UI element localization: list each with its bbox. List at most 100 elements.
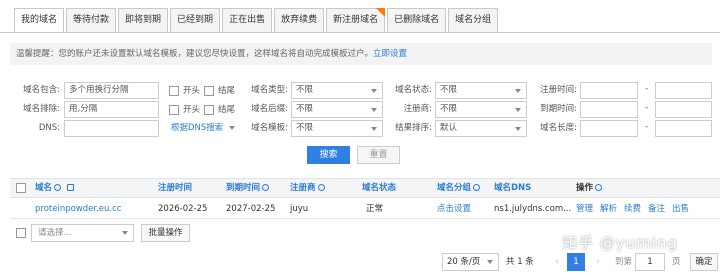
registrar-value: 不限: [440, 104, 458, 114]
chevron-down-icon: [515, 127, 521, 131]
tab-bar: 我的域名 等待付款 即将到期 已经到期 正在出售 放弃续费 新注册域名 已删除域…: [14, 8, 500, 33]
chevron-down-icon: [122, 231, 128, 235]
select-all-checkbox[interactable]: [16, 183, 26, 193]
domain-exclude-input[interactable]: 用,分隔: [64, 101, 159, 118]
bulk-action-placeholder: 请选择...: [38, 228, 72, 238]
row-sell-link[interactable]: 出售: [672, 199, 689, 219]
header-domain[interactable]: 域名: [35, 179, 75, 198]
header-ops: 操作: [576, 179, 603, 198]
goto-confirm-button[interactable]: 确定: [690, 253, 718, 271]
row-dns: ns1.julydns.com...: [494, 204, 572, 214]
prefix-label: 开头: [183, 86, 201, 96]
current-page-button[interactable]: 1: [567, 253, 585, 271]
chevron-down-icon: [371, 108, 377, 112]
goto-page-input[interactable]: 1: [635, 253, 665, 271]
domain-template-select[interactable]: 不限: [291, 120, 383, 137]
domain-status-value: 不限: [440, 85, 458, 95]
prev-page-button[interactable]: ‹: [550, 253, 564, 271]
bulk-action-select[interactable]: 请选择...: [31, 224, 134, 242]
page-size-value: 20 条/页: [447, 257, 481, 267]
domain-suffix-select[interactable]: 不限: [291, 101, 383, 118]
chevron-down-icon: [371, 89, 377, 93]
suffix-checkbox[interactable]: [204, 86, 214, 96]
tab-for-sale[interactable]: 正在出售: [222, 8, 273, 32]
set-template-link[interactable]: 立即设置: [373, 49, 407, 59]
settings-icon[interactable]: [595, 184, 603, 191]
exclude-prefix-label: 开头: [183, 105, 201, 115]
row-domain-link[interactable]: proteinpowder.eu.cc: [35, 199, 121, 219]
tab-deleted[interactable]: 已删除域名: [387, 8, 447, 32]
row-resolve-link[interactable]: 解析: [600, 199, 617, 219]
domain-type-value: 不限: [296, 85, 314, 95]
tab-expiring-soon[interactable]: 即将到期: [118, 8, 169, 32]
domain-status-select[interactable]: 不限: [435, 82, 527, 99]
reg-time-dash: -: [645, 84, 649, 94]
tab-new-registered[interactable]: 新注册域名: [326, 8, 386, 32]
page-suffix-label: 页: [672, 257, 681, 267]
sort-select[interactable]: 默认: [435, 120, 527, 137]
filter-icon: [473, 184, 481, 191]
domain-suffix-value: 不限: [296, 104, 314, 114]
exp-time-start-input[interactable]: [580, 101, 638, 118]
exp-time-label: 到期时间:: [540, 104, 577, 114]
suffix-label: 结尾: [218, 86, 236, 96]
next-page-button[interactable]: ›: [591, 253, 605, 271]
header-group[interactable]: 域名分组: [437, 179, 481, 198]
row-group-link[interactable]: 点击设置: [437, 199, 471, 219]
exclude-suffix-checkbox[interactable]: [204, 105, 214, 115]
header-status[interactable]: 域名状态: [362, 179, 396, 198]
header-ops-label: 操作: [576, 183, 594, 193]
new-badge-icon: [376, 8, 386, 17]
row-note-link[interactable]: 备注: [648, 199, 665, 219]
header-dns-label: 域名DNS: [494, 183, 532, 193]
reg-time-end-input[interactable]: [655, 82, 712, 99]
header-reg-time-label: 注册时间: [158, 183, 193, 193]
domain-template-value: 不限: [296, 123, 314, 133]
dns-search-dropdown[interactable]: 根据DNS搜索: [171, 120, 236, 137]
domain-contains-input[interactable]: 多个用换行分隔: [64, 82, 159, 99]
tabs-divider: [0, 32, 720, 33]
dns-search-label: 根据DNS搜索: [171, 123, 224, 133]
header-registrar[interactable]: 注册商: [290, 179, 325, 198]
tab-my-domains[interactable]: 我的域名: [14, 8, 65, 33]
tab-groups[interactable]: 域名分组: [448, 8, 499, 32]
row-renew-link[interactable]: 续费: [624, 199, 641, 219]
chevron-down-icon: [515, 89, 521, 93]
sort-icon: [54, 184, 62, 191]
total-count: 共 1 条: [506, 257, 534, 267]
reset-button[interactable]: 重置: [357, 146, 400, 164]
registrar-label: 注册商:: [403, 104, 432, 114]
watermark: 知乎 @yuming: [562, 234, 678, 252]
length-max-input[interactable]: [655, 120, 712, 137]
exclude-prefix-checkbox[interactable]: [169, 105, 179, 115]
tab-expired[interactable]: 已经到期: [170, 8, 221, 32]
registrar-select[interactable]: 不限: [435, 101, 527, 118]
type-label: 域名类型:: [251, 85, 288, 95]
length-label: 域名长度:: [540, 123, 577, 133]
reg-time-start-input[interactable]: [580, 82, 638, 99]
header-exp-time[interactable]: 到期时间: [226, 179, 270, 198]
row-manage-link[interactable]: 管理: [576, 199, 593, 219]
row-registrar: juyu: [290, 204, 309, 214]
exp-time-end-input[interactable]: [655, 101, 712, 118]
exclude-suffix-label: 结尾: [218, 105, 236, 115]
bulk-select-checkbox[interactable]: [16, 228, 26, 238]
status-label: 域名状态:: [395, 85, 432, 95]
domain-type-select[interactable]: 不限: [291, 82, 383, 99]
table-header: 域名 注册时间 到期时间 注册商 域名状态 域名分组 域名DNS 操作: [10, 178, 720, 198]
search-button[interactable]: 搜索: [307, 146, 350, 164]
header-dns[interactable]: 域名DNS: [494, 179, 531, 198]
page-size-select[interactable]: 20 条/页: [442, 253, 499, 271]
length-min-input[interactable]: [580, 120, 638, 137]
goto-label: 到第: [615, 257, 633, 267]
prefix-checkbox[interactable]: [169, 86, 179, 96]
export-icon[interactable]: [67, 184, 75, 191]
header-reg-time[interactable]: 注册时间: [158, 179, 192, 198]
sort-icon: [262, 184, 270, 191]
length-dash: -: [645, 122, 649, 132]
tab-pending-payment[interactable]: 等待付款: [66, 8, 117, 32]
tab-abandoned[interactable]: 放弃续费: [274, 8, 325, 32]
header-registrar-label: 注册商: [290, 183, 316, 193]
dns-input[interactable]: [64, 120, 159, 137]
bulk-action-button[interactable]: 批量操作: [141, 224, 190, 242]
